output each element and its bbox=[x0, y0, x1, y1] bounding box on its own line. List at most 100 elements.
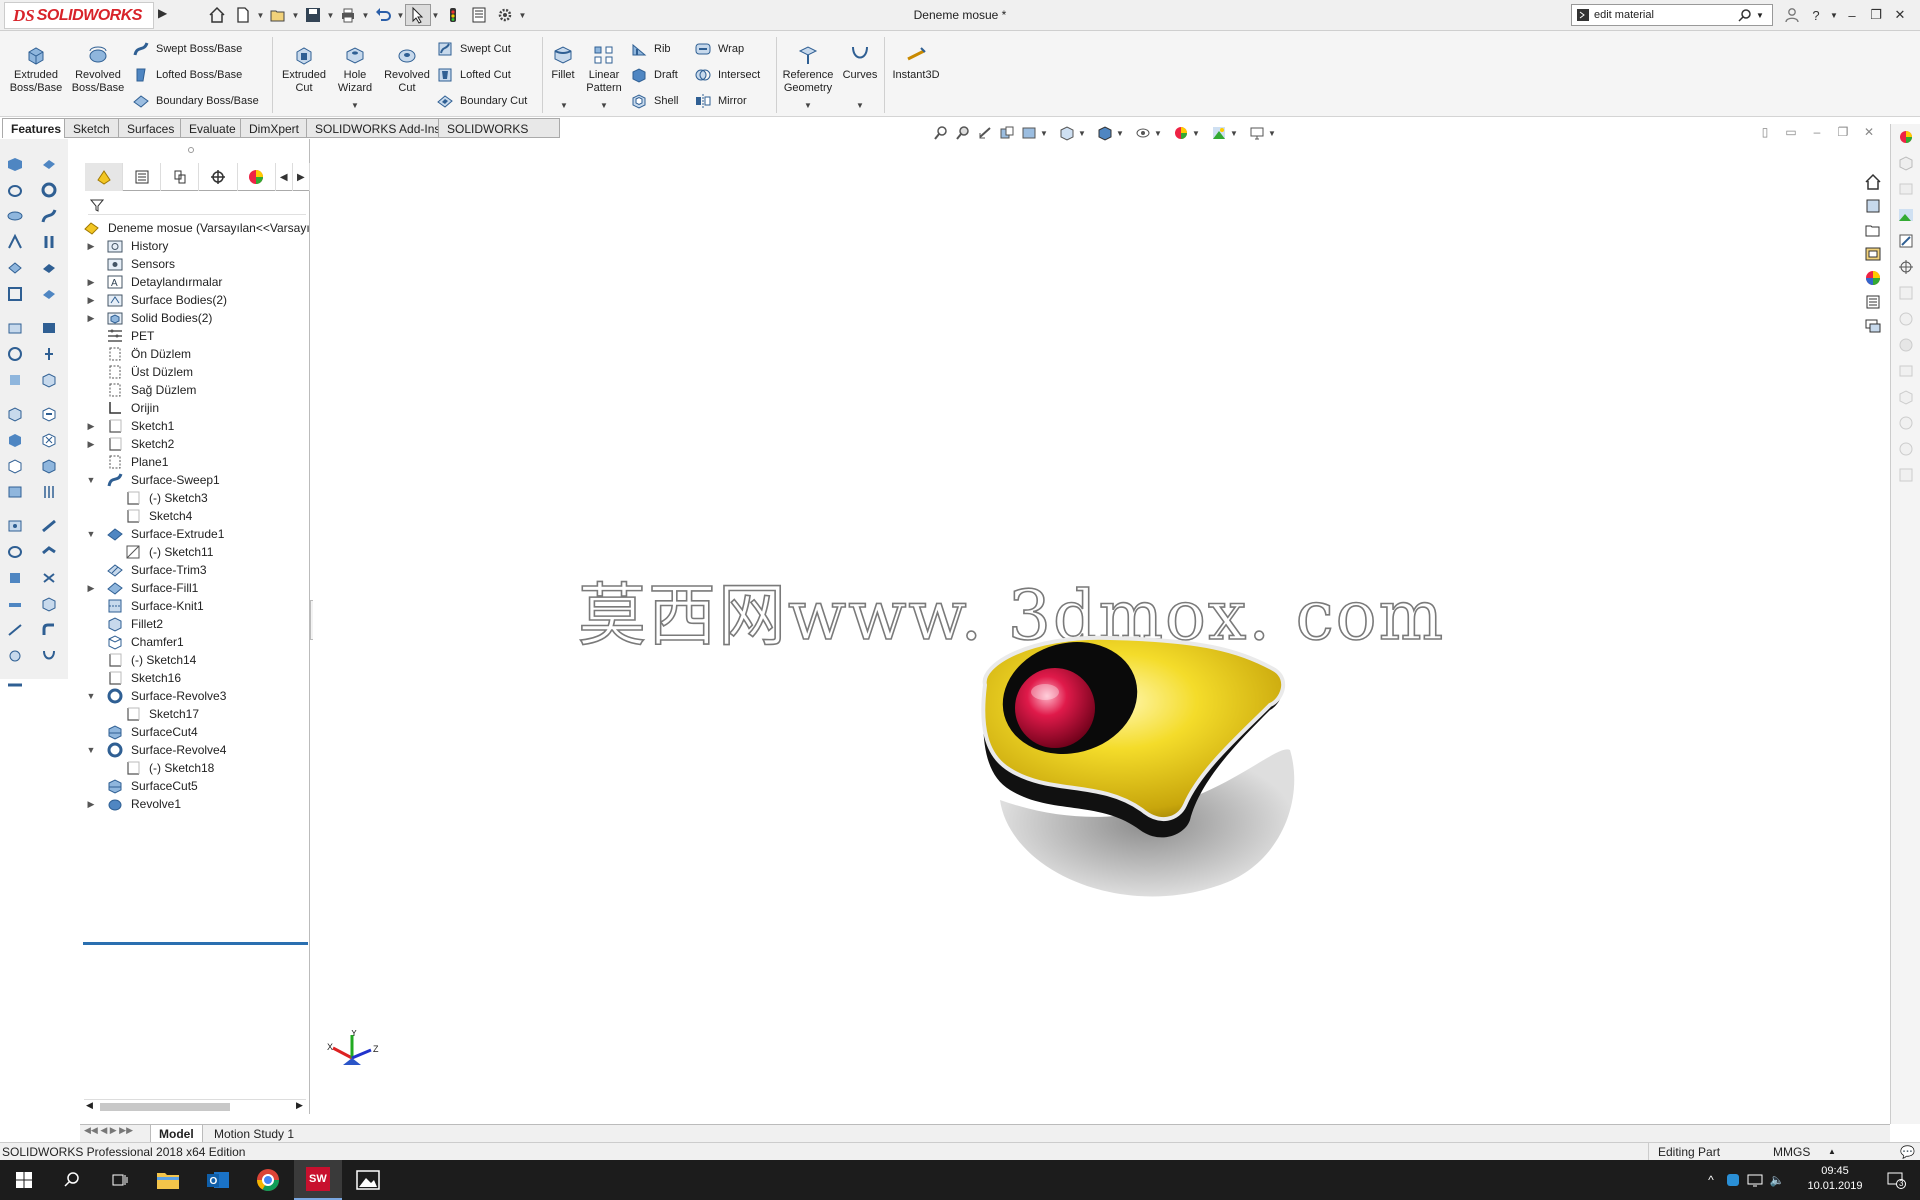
configurationmanager-tab-icon[interactable] bbox=[161, 163, 200, 191]
boundary-surface-icon[interactable] bbox=[36, 255, 62, 281]
hide-show-dropdown-icon[interactable]: ▼ bbox=[1154, 129, 1164, 138]
rib-button[interactable]: Rib bbox=[630, 39, 671, 59]
draft-button[interactable]: Draft bbox=[630, 65, 678, 85]
featuremanager-tab-icon[interactable] bbox=[85, 163, 124, 191]
surface-flatten-icon[interactable] bbox=[36, 453, 62, 479]
user-icon[interactable] bbox=[1780, 4, 1804, 26]
tray-expand-icon[interactable]: ^ bbox=[1700, 1160, 1722, 1200]
displaymanager-tab-icon[interactable] bbox=[238, 163, 276, 191]
tab-nav-icons[interactable]: ◀◀ ◀ ▶ ▶▶ bbox=[84, 1125, 133, 1136]
lofted-boss-button[interactable]: Lofted Boss/Base bbox=[132, 65, 242, 85]
scene-dropdown-icon[interactable]: ▼ bbox=[1230, 129, 1240, 138]
outlook-taskbar-icon[interactable]: O bbox=[194, 1160, 242, 1200]
tab-scroll-right-icon[interactable]: ▶ bbox=[293, 163, 310, 191]
tab-scroll-left-icon[interactable]: ◀ bbox=[276, 163, 293, 191]
viewport-split-icon[interactable]: ▯ bbox=[1752, 123, 1778, 141]
tab-motion-study[interactable]: Motion Study 1 bbox=[206, 1125, 302, 1143]
taskbar-clock[interactable]: 09:45 10.01.2019 bbox=[1800, 1164, 1870, 1194]
view-palette-icon[interactable] bbox=[1860, 242, 1886, 266]
surface-knit-icon[interactable] bbox=[36, 591, 62, 617]
appearances-scenes-icon[interactable] bbox=[1860, 266, 1886, 290]
notification-center-icon[interactable]: 3 bbox=[1872, 1160, 1920, 1200]
save-dropdown-icon[interactable]: ▼ bbox=[326, 11, 335, 20]
boundary-icon[interactable] bbox=[2, 255, 28, 281]
surface-cut-icon[interactable] bbox=[36, 643, 62, 669]
radiate-icon[interactable] bbox=[2, 643, 28, 669]
viewport-close-icon[interactable]: ✕ bbox=[1856, 123, 1882, 141]
move-face-icon[interactable] bbox=[2, 513, 28, 539]
fill-icon[interactable] bbox=[2, 367, 28, 393]
windows-start-icon[interactable] bbox=[0, 1160, 48, 1200]
minimize-icon[interactable]: – bbox=[1840, 4, 1864, 26]
disabled-tool-2-icon[interactable] bbox=[1891, 306, 1920, 332]
print-dropdown-icon[interactable]: ▼ bbox=[361, 11, 370, 20]
solidworks-forum-icon[interactable] bbox=[1860, 314, 1886, 338]
appearance-dropdown-icon[interactable]: ▼ bbox=[1192, 129, 1202, 138]
cut-with-surface-icon[interactable] bbox=[2, 617, 28, 643]
zoom-to-fit-icon[interactable] bbox=[930, 122, 952, 144]
tree-filter-bar[interactable] bbox=[88, 195, 306, 215]
solidworks-logo[interactable]: DS SOLIDWORKS bbox=[4, 2, 154, 29]
options-gear-icon[interactable] bbox=[492, 4, 518, 26]
fillet-button[interactable]: Fillet bbox=[546, 43, 580, 82]
view-settings-icon[interactable] bbox=[1246, 122, 1268, 144]
shell-button[interactable]: Shell bbox=[630, 91, 678, 111]
extruded-surface-icon[interactable] bbox=[36, 151, 62, 177]
chrome-taskbar-icon[interactable] bbox=[244, 1160, 292, 1200]
help-icon[interactable]: ? bbox=[1804, 4, 1828, 26]
tab-evaluate[interactable]: Evaluate bbox=[180, 118, 245, 138]
scroll-left-icon[interactable]: ◀ bbox=[86, 1100, 93, 1111]
swept-boss-button[interactable]: Swept Boss/Base bbox=[132, 39, 242, 59]
tray-app-icon[interactable] bbox=[1722, 1160, 1744, 1200]
select-dropdown-icon[interactable]: ▼ bbox=[431, 11, 440, 20]
display-style-icon[interactable] bbox=[1094, 122, 1116, 144]
tree-horizontal-scrollbar[interactable]: ◀ ▶ bbox=[84, 1099, 306, 1113]
rollback-bar[interactable] bbox=[83, 942, 308, 945]
disabled-tool-6-icon[interactable] bbox=[1891, 410, 1920, 436]
disabled-tool-3-icon[interactable] bbox=[1891, 332, 1920, 358]
hidden-tool-icon[interactable] bbox=[1891, 150, 1920, 176]
expand-toggle-icon[interactable]: ▶ bbox=[85, 312, 97, 324]
dimxpertmanager-tab-icon[interactable] bbox=[199, 163, 238, 191]
tab-sketch[interactable]: Sketch bbox=[64, 118, 119, 138]
search-icon[interactable] bbox=[1734, 5, 1756, 25]
swept-surface-icon[interactable] bbox=[36, 203, 62, 229]
collapse-toggle-icon[interactable]: ▼ bbox=[85, 528, 97, 540]
disabled-tool-4-icon[interactable] bbox=[1891, 358, 1920, 384]
file-explorer-taskbar-icon[interactable] bbox=[144, 1160, 192, 1200]
scene-tool-icon[interactable] bbox=[1891, 202, 1920, 228]
boundary-boss-button[interactable]: Boundary Boss/Base bbox=[132, 91, 259, 111]
extruded-cut-button[interactable]: Extruded Cut bbox=[278, 43, 330, 95]
extruded-boss-button[interactable]: Extruded Boss/Base bbox=[10, 43, 62, 95]
volume-icon[interactable]: 🔈 bbox=[1766, 1160, 1788, 1200]
open-dropdown-icon[interactable]: ▼ bbox=[291, 11, 300, 20]
dynamic-annotation-icon[interactable] bbox=[1018, 122, 1040, 144]
network-icon[interactable] bbox=[1744, 1160, 1766, 1200]
undo-icon[interactable] bbox=[370, 4, 396, 26]
new-document-icon[interactable] bbox=[230, 4, 256, 26]
wrap-button[interactable]: Wrap bbox=[694, 39, 744, 59]
orientation-dropdown-icon[interactable]: ▼ bbox=[1078, 129, 1088, 138]
expand-toggle-icon[interactable]: ▶ bbox=[85, 798, 97, 810]
tab-dimxpert[interactable]: DimXpert bbox=[240, 118, 309, 138]
previous-view-icon[interactable] bbox=[974, 122, 996, 144]
taskbar-search-icon[interactable] bbox=[48, 1160, 96, 1200]
curves-button[interactable]: Curves bbox=[840, 43, 880, 82]
tab-features[interactable]: Features bbox=[2, 118, 71, 138]
revolved-surface-icon[interactable] bbox=[36, 177, 62, 203]
filled-surface-icon[interactable] bbox=[36, 281, 62, 307]
view-orientation-icon[interactable] bbox=[1056, 122, 1078, 144]
decal-tool-icon[interactable] bbox=[1891, 228, 1920, 254]
replace-face-icon[interactable] bbox=[2, 565, 28, 591]
status-chat-icon[interactable]: 💬 bbox=[1900, 1145, 1915, 1159]
save-icon[interactable] bbox=[300, 4, 326, 26]
planar-surface-icon[interactable] bbox=[36, 315, 62, 341]
tab-surfaces[interactable]: Surfaces bbox=[118, 118, 184, 138]
ruled-surface-icon[interactable] bbox=[36, 401, 62, 427]
surface-trim-icon[interactable] bbox=[36, 539, 62, 565]
file-properties-icon[interactable] bbox=[466, 4, 492, 26]
surface-extend-icon[interactable] bbox=[36, 513, 62, 539]
apply-scene-icon[interactable] bbox=[1208, 122, 1230, 144]
search-input[interactable] bbox=[1594, 9, 1734, 21]
hole-wizard-button[interactable]: Hole Wizard bbox=[332, 43, 378, 95]
